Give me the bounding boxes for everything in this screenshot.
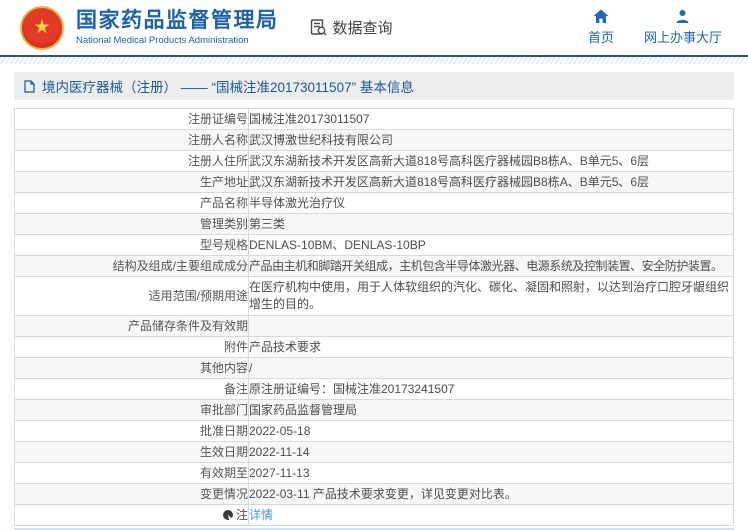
row-label: 生产地址 bbox=[14, 171, 249, 193]
row-label: 管理类别 bbox=[14, 213, 249, 235]
row-value: 产品技术要求 bbox=[248, 336, 734, 358]
row-value: 武汉博激世纪科技有限公司 bbox=[248, 129, 734, 151]
table-row: 批准日期 2022-05-18 bbox=[14, 420, 734, 442]
main-content: 境内医疗器械（注册） —— “国械注准20173011507” 基本信息 注册证… bbox=[14, 72, 734, 530]
doc-search-icon bbox=[309, 18, 328, 37]
row-label: 有效期至 bbox=[14, 462, 249, 484]
row-value: 原注册证编号：国械注准20173241507 bbox=[248, 378, 734, 400]
row-label: 适用范围/预期用途 bbox=[14, 276, 249, 316]
table-row: 适用范围/预期用途 在医疗机构中使用，用于人体软组织的汽化、碳化、凝固和照射，以达… bbox=[14, 276, 734, 316]
table-row: 有效期至 2027-11-13 bbox=[14, 462, 734, 484]
row-label: 注 bbox=[14, 504, 249, 526]
nav-service-hall[interactable]: 网上办事大厅 bbox=[644, 9, 722, 46]
table-row: 变更情况 2022-03-11 产品技术要求变更，详见变更对比表。 bbox=[14, 483, 734, 505]
table-row: 审批部门 国家药品监督管理局 bbox=[14, 399, 734, 421]
document-icon bbox=[24, 79, 35, 93]
row-label: 变更情况 bbox=[14, 483, 249, 505]
row-value: 产品由主机和脚踏开关组成，主机包含半导体激光器、电源系统及控制装置、安全防护装置… bbox=[248, 255, 734, 277]
row-value bbox=[248, 315, 734, 337]
row-value: 国家药品监督管理局 bbox=[248, 399, 734, 421]
row-value: 在医疗机构中使用，用于人体软组织的汽化、碳化、凝固和照射，以达到治疗口腔牙龈组织… bbox=[248, 276, 734, 316]
table-row: 其他内容 / bbox=[14, 357, 734, 379]
detail-link[interactable]: 详情 bbox=[250, 508, 274, 522]
site-title-block: 国家药品监督管理局 National Medical Products Admi… bbox=[76, 9, 279, 46]
note-dot-icon bbox=[222, 510, 233, 520]
data-query-tab[interactable]: 数据查询 bbox=[309, 17, 393, 38]
row-value: 武汉东湖新技术开发区高新大道818号高科医疗器械园B8栋A、B单元5、6层 bbox=[248, 150, 734, 172]
row-value: 2027-11-13 bbox=[248, 462, 734, 484]
row-value: 国械注准20173011507 bbox=[248, 108, 734, 130]
breadcrumb-text: 境内医疗器械（注册） —— “国械注准20173011507” 基本信息 bbox=[42, 80, 414, 95]
table-row: 生产地址 武汉东湖新技术开发区高新大道818号高科医疗器械园B8栋A、B单元5、6… bbox=[14, 171, 734, 193]
row-label: 注册人住所 bbox=[14, 150, 249, 172]
table-row: 产品名称 半导体激光治疗仪 bbox=[14, 192, 734, 214]
row-label: 生效日期 bbox=[14, 441, 249, 463]
home-icon bbox=[593, 9, 609, 24]
row-label: 附件 bbox=[14, 336, 249, 358]
row-label: 备注 bbox=[14, 378, 249, 400]
registration-info-table: 注册证编号 国械注准20173011507 注册人名称 武汉博激世纪科技有限公司 注册人… bbox=[14, 108, 734, 526]
row-label: 审批部门 bbox=[14, 399, 249, 421]
person-icon bbox=[675, 9, 690, 24]
decorative-hatch-strip bbox=[0, 57, 748, 64]
nav-home[interactable]: 首页 bbox=[588, 9, 614, 46]
row-label: 其他内容 bbox=[14, 357, 249, 379]
site-subtitle: National Medical Products Administration bbox=[76, 35, 249, 47]
site-header: ★ 国家药品监督管理局 National Medical Products Ad… bbox=[0, 0, 748, 57]
site-title: 国家药品监督管理局 bbox=[76, 8, 279, 32]
row-label: 批准日期 bbox=[14, 420, 249, 442]
registration-info-table-wrap: 注册证编号 国械注准20173011507 注册人名称 武汉博激世纪科技有限公司 注册人… bbox=[14, 108, 734, 526]
table-row: 注册人住所 武汉东湖新技术开发区高新大道818号高科医疗器械园B8栋A、B单元5、… bbox=[14, 150, 734, 172]
row-label: 型号规格 bbox=[14, 234, 249, 256]
row-value: 第三类 bbox=[248, 213, 734, 235]
row-value: / bbox=[248, 357, 734, 379]
row-label: 注册证编号 bbox=[14, 108, 249, 130]
table-row: 备注 原注册证编号：国械注准20173241507 bbox=[14, 378, 734, 400]
info-table-body: 注册证编号 国械注准20173011507 注册人名称 武汉博激世纪科技有限公司 注册人… bbox=[14, 108, 734, 526]
national-emblem-icon: ★ bbox=[20, 5, 64, 50]
nav-service-hall-label: 网上办事大厅 bbox=[643, 30, 722, 45]
table-row: 生效日期 2022-11-14 bbox=[14, 441, 734, 463]
row-value: DENLAS-10BM、DENLAS-10BP bbox=[248, 234, 734, 256]
row-label: 产品名称 bbox=[14, 192, 249, 214]
nav-home-label: 首页 bbox=[587, 30, 614, 45]
data-query-label: 数据查询 bbox=[332, 20, 393, 37]
breadcrumb: 境内医疗器械（注册） —— “国械注准20173011507” 基本信息 bbox=[14, 72, 734, 100]
table-row: 注详情 bbox=[14, 504, 734, 526]
row-value: 2022-11-14 bbox=[248, 441, 734, 463]
table-row: 附件 产品技术要求 bbox=[14, 336, 734, 358]
row-value: 详情 bbox=[248, 504, 734, 526]
table-row: 管理类别 第三类 bbox=[14, 213, 734, 235]
row-label: 结构及组成/主要组成成分 bbox=[14, 255, 249, 277]
table-row: 产品储存条件及有效期 bbox=[14, 315, 734, 337]
row-value: 武汉东湖新技术开发区高新大道818号高科医疗器械园B8栋A、B单元5、6层 bbox=[248, 171, 734, 193]
table-row: 注册证编号 国械注准20173011507 bbox=[14, 108, 734, 130]
top-nav: 首页 网上办事大厅 bbox=[588, 9, 722, 46]
row-value: 半导体激光治疗仪 bbox=[248, 192, 734, 214]
table-row: 型号规格 DENLAS-10BM、DENLAS-10BP bbox=[14, 234, 734, 256]
row-label: 注册人名称 bbox=[14, 129, 249, 151]
row-value: 2022-05-18 bbox=[248, 420, 734, 442]
table-row: 注册人名称 武汉博激世纪科技有限公司 bbox=[14, 129, 734, 151]
table-row: 结构及组成/主要组成成分 产品由主机和脚踏开关组成，主机包含半导体激光器、电源系统… bbox=[14, 255, 734, 277]
row-label: 产品储存条件及有效期 bbox=[14, 315, 249, 337]
row-value: 2022-03-11 产品技术要求变更，详见变更对比表。 bbox=[248, 483, 734, 505]
